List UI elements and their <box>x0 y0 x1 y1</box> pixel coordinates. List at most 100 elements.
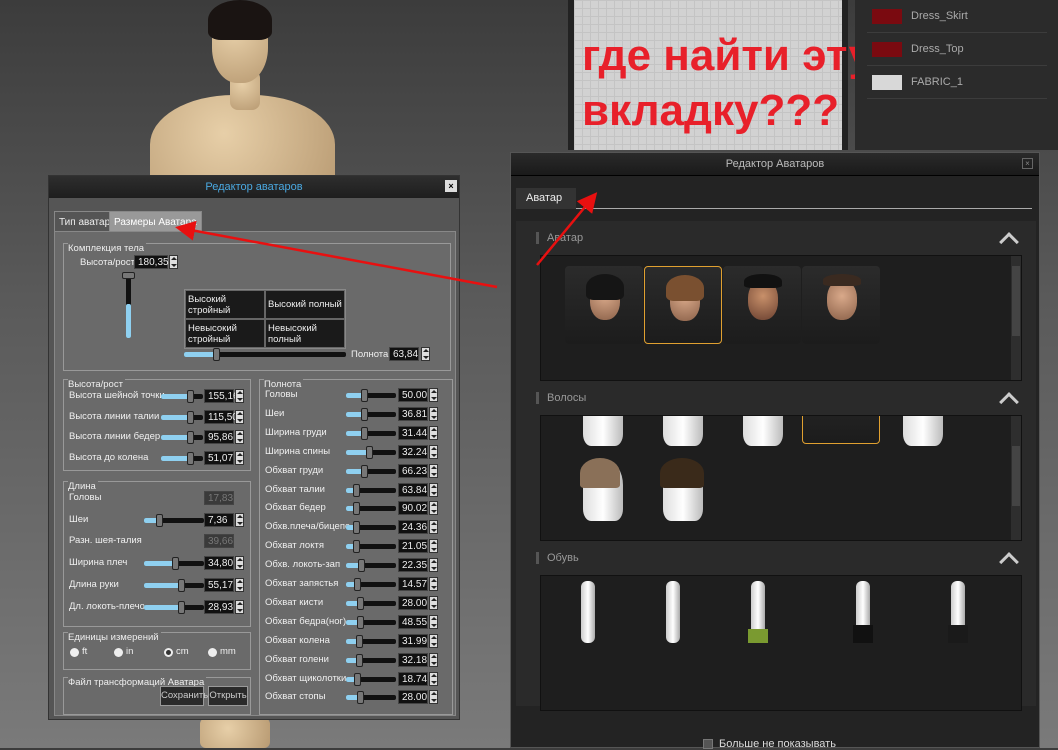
measure-slider[interactable] <box>346 596 396 610</box>
measure-spinner[interactable] <box>429 577 438 591</box>
avatar-thumb[interactable] <box>802 266 880 344</box>
height-vertical-slider[interactable] <box>122 272 135 338</box>
measure-input[interactable]: 90.02 <box>398 501 428 516</box>
measure-spinner[interactable] <box>429 444 438 459</box>
avatar-thumb[interactable] <box>565 266 643 344</box>
hair-thumb[interactable] <box>583 416 623 446</box>
measure-slider[interactable] <box>346 426 396 440</box>
measure-slider[interactable] <box>346 540 396 554</box>
measure-input[interactable]: 31.99 <box>398 633 428 648</box>
measure-input[interactable]: 18.74 <box>398 671 428 686</box>
measure-spinner[interactable] <box>429 671 438 686</box>
measure-input[interactable]: 34,80 <box>204 556 234 571</box>
measure-input[interactable]: 21.05 <box>398 539 428 554</box>
close-icon[interactable]: × <box>1022 158 1033 169</box>
shoe-thumb[interactable] <box>581 581 595 643</box>
avatar-thumb[interactable] <box>723 266 801 344</box>
fabric-item[interactable]: FABRIC_1 <box>867 66 1047 99</box>
measure-input[interactable]: 32.18 <box>398 652 428 667</box>
close-icon[interactable]: × <box>445 180 457 192</box>
measure-spinner[interactable] <box>235 599 244 614</box>
measure-input[interactable]: 55,17 <box>204 577 234 592</box>
measure-slider[interactable] <box>346 672 396 686</box>
measure-input[interactable]: 155,16 <box>204 389 239 403</box>
measure-slider[interactable] <box>346 464 396 478</box>
hair-thumb[interactable] <box>743 416 783 446</box>
dont-show-again[interactable]: Больше не показывать <box>703 738 836 750</box>
height-input[interactable]: 180,35 <box>134 255 169 269</box>
measure-slider[interactable] <box>144 557 204 571</box>
measure-spinner[interactable] <box>429 690 438 705</box>
measure-input[interactable]: 28.00 <box>398 595 428 610</box>
measure-input[interactable]: 28,93 <box>204 599 234 614</box>
measure-slider[interactable] <box>346 653 396 667</box>
measure-spinner[interactable] <box>235 512 244 527</box>
fabric-item[interactable]: Dress_Skirt <box>867 0 1047 33</box>
body-type-short-slim[interactable]: Невысокий стройный <box>185 319 265 348</box>
measure-spinner[interactable] <box>235 556 244 571</box>
measure-spinner[interactable] <box>429 614 438 629</box>
measure-slider[interactable] <box>144 578 204 592</box>
measure-slider[interactable] <box>144 600 204 614</box>
hair-thumb[interactable] <box>660 458 704 521</box>
save-button[interactable]: Сохранить <box>160 686 208 706</box>
measure-input[interactable]: 7,36 <box>204 512 234 527</box>
measure-spinner[interactable] <box>235 409 244 424</box>
measure-spinner[interactable] <box>235 430 244 444</box>
body-type-tall-full[interactable]: Высокий полный <box>265 290 345 319</box>
measure-spinner[interactable] <box>429 501 438 516</box>
hair-thumb[interactable] <box>663 416 703 446</box>
measure-spinner[interactable] <box>429 595 438 610</box>
scrollbar[interactable] <box>1011 416 1021 540</box>
measure-input[interactable]: 51,07 <box>204 450 234 465</box>
measure-slider[interactable] <box>346 521 396 535</box>
measure-slider[interactable] <box>346 502 396 516</box>
tab-avatar[interactable]: Аватар <box>516 188 576 209</box>
measure-spinner[interactable] <box>429 463 438 478</box>
shoe-thumb[interactable] <box>948 581 968 643</box>
measure-input[interactable]: 24.36 <box>398 520 428 535</box>
measure-spinner[interactable] <box>429 406 438 421</box>
hair-thumb[interactable] <box>903 416 943 446</box>
measure-slider[interactable] <box>346 634 396 648</box>
measure-slider[interactable] <box>161 431 203 444</box>
shoe-thumb[interactable] <box>853 581 873 643</box>
measure-spinner[interactable] <box>429 652 438 667</box>
measure-input[interactable]: 95,86 <box>204 430 234 444</box>
avatar-thumb-selected[interactable] <box>644 266 722 344</box>
measure-input[interactable]: 36.81 <box>398 406 428 421</box>
measure-input[interactable]: 115,50 <box>204 409 238 424</box>
chevron-up-icon[interactable] <box>999 232 1019 252</box>
measure-input[interactable]: 63.84 <box>398 482 428 497</box>
measure-slider[interactable] <box>346 691 396 705</box>
measure-input[interactable]: 66.23 <box>398 463 428 478</box>
chevron-up-icon[interactable] <box>999 392 1019 412</box>
measure-slider[interactable] <box>144 513 204 527</box>
fullness-input[interactable]: 63,84 <box>389 347 419 361</box>
measure-spinner[interactable] <box>429 633 438 648</box>
measure-spinner[interactable] <box>429 388 438 402</box>
measure-input[interactable]: 22.35 <box>398 558 428 573</box>
scrollbar[interactable] <box>1011 256 1021 380</box>
measure-spinner[interactable] <box>235 389 244 403</box>
measure-slider[interactable] <box>346 578 396 591</box>
measure-input[interactable]: 14.57 <box>398 577 428 591</box>
measure-slider[interactable] <box>346 445 396 459</box>
measure-spinner[interactable] <box>429 539 438 554</box>
measure-slider[interactable] <box>161 451 203 465</box>
measure-input[interactable]: 50.00 <box>398 388 428 402</box>
fullness-slider[interactable] <box>184 348 346 361</box>
tab-avatar-sizes[interactable]: Размеры Аватара <box>109 211 202 232</box>
body-type-tall-slim[interactable]: Высокий стройный <box>185 290 265 319</box>
measure-spinner[interactable] <box>429 558 438 573</box>
fabric-item[interactable]: Dress_Top <box>867 33 1047 66</box>
measure-slider[interactable] <box>346 559 396 573</box>
measure-slider[interactable] <box>346 483 396 497</box>
measure-slider[interactable] <box>346 407 396 421</box>
chevron-up-icon[interactable] <box>999 552 1019 572</box>
measure-spinner[interactable] <box>429 425 438 440</box>
open-button[interactable]: Открыть <box>208 686 248 706</box>
measure-slider[interactable] <box>161 410 203 424</box>
measure-slider[interactable] <box>346 615 396 629</box>
section-hair-header[interactable]: Волосы <box>536 392 586 404</box>
